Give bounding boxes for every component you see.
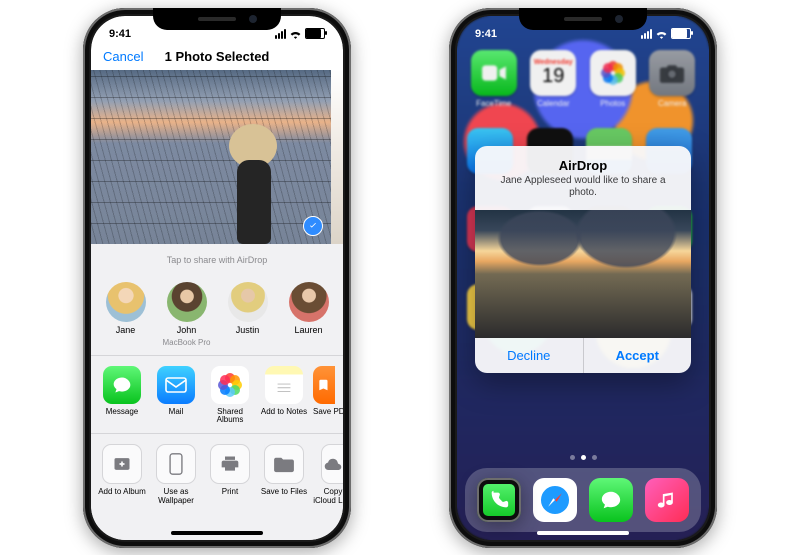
contact-name: John bbox=[177, 326, 197, 335]
contact-jane[interactable]: Jane bbox=[98, 282, 154, 347]
battery-icon bbox=[305, 28, 325, 39]
notes-icon bbox=[265, 366, 303, 404]
photo-preview[interactable] bbox=[91, 70, 343, 244]
airdrop-modal: AirDrop Jane Appleseed would like to sha… bbox=[475, 146, 691, 373]
contact-john[interactable]: John MacBook Pro bbox=[159, 282, 215, 347]
share-apps: Message Mail bbox=[91, 356, 343, 435]
contact-lauren[interactable]: Lauren bbox=[281, 282, 337, 347]
contact-name: Justin bbox=[236, 326, 260, 335]
photos-icon bbox=[211, 366, 249, 404]
share-app-notes[interactable]: Add to Notes bbox=[259, 366, 309, 426]
wifi-icon bbox=[289, 29, 302, 39]
share-app-shared-albums[interactable]: Shared Albums bbox=[205, 366, 255, 426]
modal-buttons: Decline Accept bbox=[475, 338, 691, 373]
print-icon bbox=[210, 444, 250, 484]
signal-icon bbox=[641, 29, 652, 39]
icloud-link-icon bbox=[321, 444, 343, 484]
action-icloud-link[interactable]: Copy iCloud Link bbox=[313, 444, 343, 506]
photo-figure bbox=[219, 124, 289, 244]
contact-justin[interactable]: Justin bbox=[220, 282, 276, 347]
cancel-button[interactable]: Cancel bbox=[103, 49, 143, 64]
share-sheet: Tap to share with AirDrop Jane John MacB… bbox=[91, 244, 343, 540]
wifi-icon bbox=[655, 29, 668, 39]
accept-button[interactable]: Accept bbox=[584, 338, 692, 373]
action-label: Save to Files bbox=[261, 488, 307, 497]
message-icon bbox=[103, 366, 141, 404]
airdrop-contacts: Jane John MacBook Pro Justin bbox=[91, 276, 343, 356]
action-label: Add to Album bbox=[98, 488, 146, 497]
share-app-mail[interactable]: Mail bbox=[151, 366, 201, 426]
avatar bbox=[167, 282, 207, 322]
status-time: 9:41 bbox=[475, 28, 497, 40]
contact-name: Jane bbox=[116, 326, 136, 335]
notch bbox=[519, 8, 647, 30]
photo-fence-overlay bbox=[91, 70, 331, 244]
home-indicator[interactable] bbox=[537, 531, 629, 535]
app-label: Add to Notes bbox=[261, 408, 307, 417]
action-wallpaper[interactable]: Use as Wallpaper bbox=[151, 444, 201, 506]
share-app-message[interactable]: Message bbox=[97, 366, 147, 426]
status-icons bbox=[641, 28, 691, 39]
signal-icon bbox=[275, 29, 286, 39]
modal-title: AirDrop bbox=[489, 158, 677, 173]
dock-music[interactable] bbox=[645, 478, 689, 522]
photo-selected[interactable] bbox=[91, 70, 331, 244]
dock-messages[interactable] bbox=[589, 478, 633, 522]
notch bbox=[153, 8, 281, 30]
action-label: Use as Wallpaper bbox=[151, 488, 201, 506]
modal-photo-preview bbox=[475, 210, 691, 338]
dock-safari[interactable] bbox=[533, 478, 577, 522]
airdrop-label: Tap to share with AirDrop bbox=[167, 255, 268, 265]
photo-next[interactable] bbox=[331, 70, 343, 244]
add-to-album-icon bbox=[102, 444, 142, 484]
airdrop-section: Tap to share with AirDrop bbox=[91, 244, 343, 276]
bezel: 9:41 FaceTime bbox=[457, 16, 709, 540]
action-label: Print bbox=[222, 488, 238, 497]
avatar bbox=[106, 282, 146, 322]
page-dots[interactable] bbox=[457, 455, 709, 460]
action-save-files[interactable]: Save to Files bbox=[259, 444, 309, 506]
phone-left: 9:41 Cancel 1 Photo Selected bbox=[83, 8, 351, 548]
contact-name: Lauren bbox=[294, 326, 322, 335]
contact-sub: MacBook Pro bbox=[162, 339, 210, 347]
wallpaper-icon bbox=[156, 444, 196, 484]
share-app-books[interactable]: Save PDF to Books bbox=[313, 366, 343, 426]
avatar bbox=[289, 282, 329, 322]
bezel: 9:41 Cancel 1 Photo Selected bbox=[91, 16, 343, 540]
app-label: Message bbox=[106, 408, 138, 417]
phone-right: 9:41 FaceTime bbox=[449, 8, 717, 548]
app-label: Shared Albums bbox=[205, 408, 255, 426]
home-indicator[interactable] bbox=[171, 531, 263, 535]
dock-phone[interactable] bbox=[477, 478, 521, 522]
action-add-to-album[interactable]: Add to Album bbox=[97, 444, 147, 506]
folder-icon bbox=[264, 444, 304, 484]
modal-subtitle: Jane Appleseed would like to share a pho… bbox=[489, 175, 677, 200]
battery-icon bbox=[671, 28, 691, 39]
app-label: Mail bbox=[169, 408, 184, 417]
screen-share: 9:41 Cancel 1 Photo Selected bbox=[91, 16, 343, 540]
status-time: 9:41 bbox=[109, 28, 131, 40]
action-label: Copy iCloud Link bbox=[313, 488, 343, 506]
share-actions: Add to Album Use as Wallpaper bbox=[91, 434, 343, 512]
decline-button[interactable]: Decline bbox=[475, 338, 584, 373]
action-print[interactable]: Print bbox=[205, 444, 255, 506]
page-title: 1 Photo Selected bbox=[165, 49, 270, 64]
selected-check-icon[interactable] bbox=[303, 216, 323, 236]
dock bbox=[465, 468, 701, 532]
books-icon bbox=[313, 366, 335, 404]
status-icons bbox=[275, 28, 325, 39]
avatar bbox=[228, 282, 268, 322]
modal-header: AirDrop Jane Appleseed would like to sha… bbox=[475, 146, 691, 210]
mail-icon bbox=[157, 366, 195, 404]
app-label: Save PDF to Books bbox=[313, 408, 343, 417]
screen-home: 9:41 FaceTime bbox=[457, 16, 709, 540]
stage: 9:41 Cancel 1 Photo Selected bbox=[0, 0, 800, 555]
